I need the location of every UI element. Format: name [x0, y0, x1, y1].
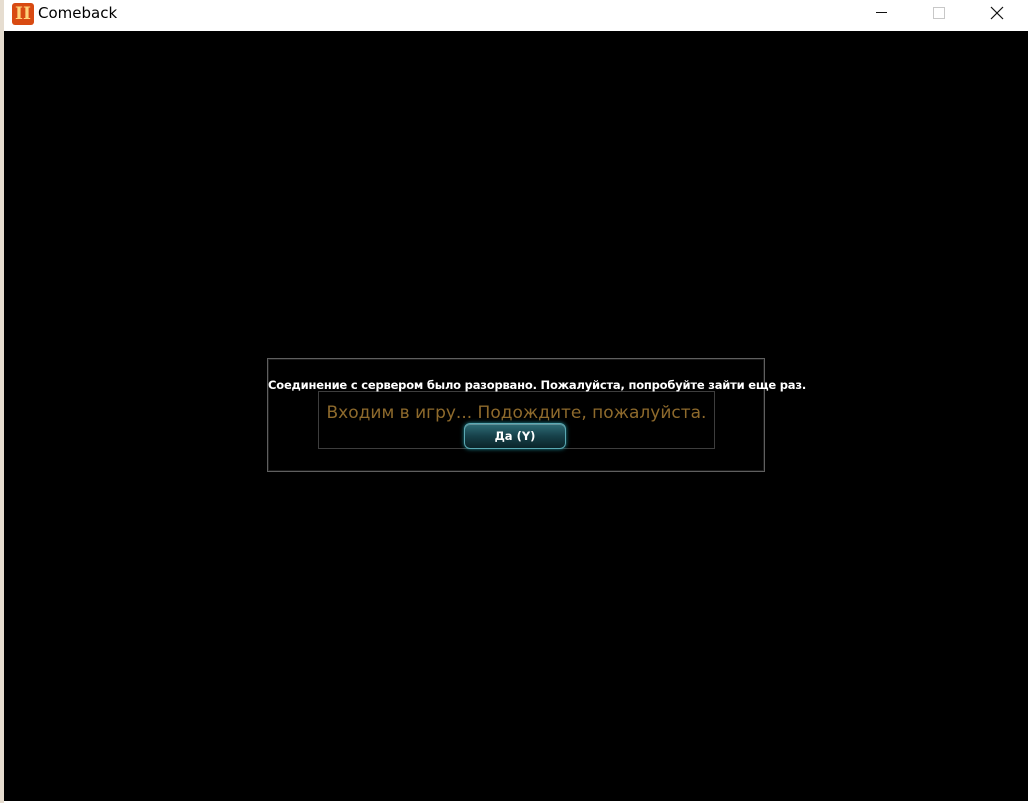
disconnect-dialog: Входим в игру... Подождите, пожалуйста. …	[267, 358, 807, 472]
game-logo-icon: II	[12, 3, 34, 25]
minimize-button[interactable]	[852, 0, 910, 31]
maximize-icon	[933, 6, 945, 19]
game-viewport: Входим в игру... Подождите, пожалуйста. …	[4, 31, 1028, 801]
minimize-icon	[875, 12, 887, 13]
yes-button[interactable]: Да (Y)	[464, 423, 566, 449]
title-bar[interactable]: II Comeback	[4, 0, 1028, 31]
close-button[interactable]	[968, 0, 1026, 31]
dialog-message: Соединение с сервером было разорвано. По…	[268, 378, 807, 392]
maximize-button[interactable]	[910, 0, 968, 31]
window-title: Comeback	[38, 4, 118, 22]
loading-status-text: Входим в игру... Подождите, пожалуйста.	[326, 403, 707, 423]
close-icon	[990, 6, 1004, 19]
app-window: II Comeback Входим в игру... Подождите, …	[4, 0, 1028, 803]
